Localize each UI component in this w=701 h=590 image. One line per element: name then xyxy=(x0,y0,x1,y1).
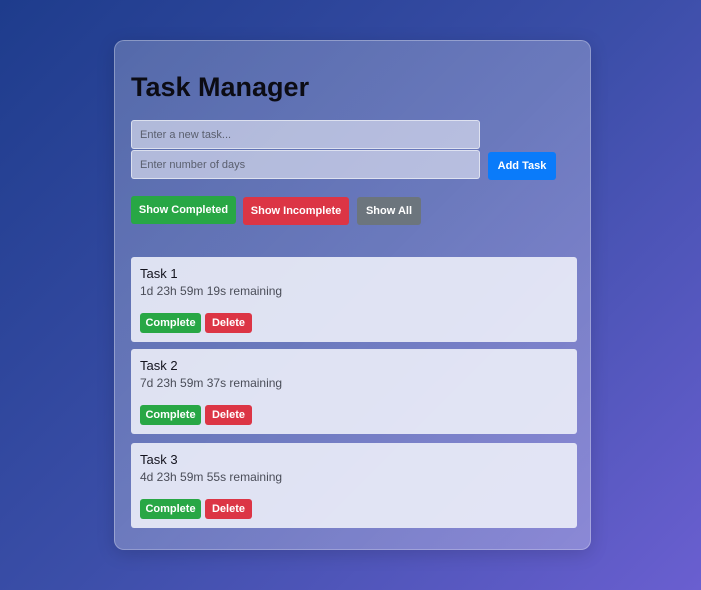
show-incomplete-button[interactable]: Show Incomplete xyxy=(243,197,349,225)
task-item: Task 2 7d 23h 59m 37s remaining Complete… xyxy=(131,349,577,434)
delete-button[interactable]: Delete xyxy=(205,313,252,333)
task-input[interactable] xyxy=(131,120,480,149)
complete-button[interactable]: Complete xyxy=(140,405,201,425)
task-manager-panel: Task Manager Add Task Show Completed Sho… xyxy=(114,40,591,550)
task-remaining-time: 1d 23h 59m 19s remaining xyxy=(140,284,283,298)
task-item: Task 3 4d 23h 59m 55s remaining Complete… xyxy=(131,443,577,528)
complete-button[interactable]: Complete xyxy=(140,499,201,519)
delete-button[interactable]: Delete xyxy=(205,405,252,425)
page-title: Task Manager xyxy=(131,72,310,102)
task-remaining-time: 4d 23h 59m 55s remaining xyxy=(140,470,283,484)
show-completed-button[interactable]: Show Completed xyxy=(131,196,236,224)
task-name: Task 1 xyxy=(140,266,178,281)
task-name: Task 3 xyxy=(140,452,178,467)
task-name: Task 2 xyxy=(140,358,178,373)
show-all-button[interactable]: Show All xyxy=(357,197,421,225)
delete-button[interactable]: Delete xyxy=(205,499,252,519)
complete-button[interactable]: Complete xyxy=(140,313,201,333)
add-task-button[interactable]: Add Task xyxy=(488,152,556,180)
task-item: Task 1 1d 23h 59m 19s remaining Complete… xyxy=(131,257,577,342)
days-input[interactable] xyxy=(131,150,480,179)
task-remaining-time: 7d 23h 59m 37s remaining xyxy=(140,376,283,390)
